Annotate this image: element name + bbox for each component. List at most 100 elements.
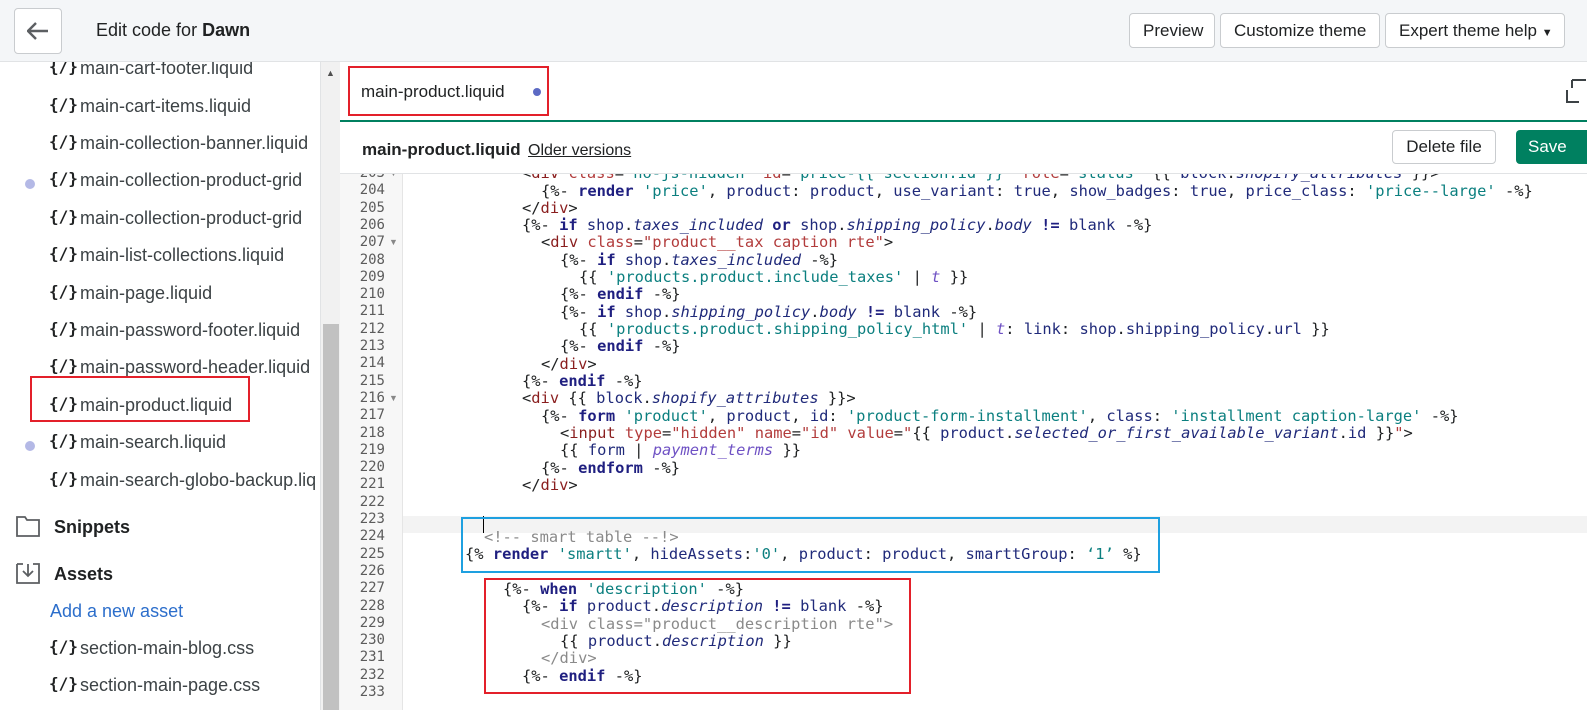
liquid-file-icon: {/} <box>49 244 78 263</box>
file-name-label: main-search-globo-backup.liq <box>80 470 317 490</box>
smart-table-highlight <box>461 517 1160 573</box>
file-name-label: main-collection-banner.liquid <box>80 133 309 153</box>
file-name-label: main-collection-product-grid <box>80 208 303 228</box>
line-number: 203 <box>340 174 385 182</box>
sidebar-scrollbar[interactable]: ▲ <box>320 62 340 710</box>
code-line: {{ form | payment_terms }} <box>560 441 801 459</box>
liquid-file-icon: {/} <box>49 95 78 114</box>
line-number: 224 <box>359 528 385 545</box>
file-name-label: main-cart-footer.liquid <box>80 62 254 78</box>
code-line: {%- endform -%} <box>541 459 681 477</box>
caret-down-icon: ▼ <box>1541 27 1553 39</box>
line-number: 218 <box>359 424 385 441</box>
code-line: {%- if shop.shipping_policy.body != blan… <box>560 303 978 321</box>
fold-arrow-icon[interactable]: ▼ <box>389 174 398 182</box>
code-line: {{ 'products.product.include_taxes' | t … <box>579 268 969 286</box>
file-item[interactable]: {/} main-cart-items.liquid <box>0 95 320 131</box>
asset-file-label: section-main-page.css <box>80 675 261 695</box>
expert-help-label: Expert theme help <box>1399 21 1537 40</box>
scroll-up-arrow-icon[interactable]: ▲ <box>326 68 335 78</box>
code-line: {{ 'products.product.shipping_policy_htm… <box>579 320 1330 338</box>
older-versions-link[interactable]: Older versions <box>528 142 631 160</box>
code-line: {%- endif -%} <box>522 372 643 390</box>
line-gutter: 203▼204205206207▼20820921021121221321421… <box>340 174 403 710</box>
line-number: 207 <box>359 234 385 251</box>
code-line: {%- if shop.taxes_included or shop.shipp… <box>522 216 1153 234</box>
description-block-highlight <box>484 578 911 694</box>
assets-label: Assets <box>54 564 114 584</box>
expand-icon[interactable] <box>1565 78 1587 104</box>
code-line: <input type="hidden" name="id" value="{{… <box>560 424 1413 442</box>
line-number: 214 <box>359 355 385 372</box>
line-number: 221 <box>359 476 385 493</box>
line-number: 231 <box>359 649 385 666</box>
code-line: {%- if shop.taxes_included -%} <box>560 251 839 269</box>
file-sidebar: {/} main-cart-footer.liquid {/} main-cart-i… <box>0 62 340 710</box>
delete-file-button[interactable]: Delete file <box>1392 130 1496 164</box>
line-number: 223 <box>359 511 385 527</box>
title-prefix: Edit code for <box>96 20 198 40</box>
page-title: Edit code for Dawn <box>96 20 250 41</box>
code-line: </div> <box>522 476 578 494</box>
line-number: 233 <box>359 684 385 700</box>
line-number: 222 <box>359 493 385 510</box>
line-number: 211 <box>359 303 385 320</box>
fold-arrow-icon[interactable]: ▼ <box>389 390 398 407</box>
line-number: 230 <box>359 632 385 649</box>
line-number: 219 <box>359 441 385 458</box>
file-name-label: main-password-footer.liquid <box>80 320 301 340</box>
file-name-label: main-page.liquid <box>80 283 213 303</box>
line-number: 229 <box>359 614 385 631</box>
line-number: 228 <box>359 597 385 614</box>
theme-name: Dawn <box>202 20 251 40</box>
css-file-icon: {/} <box>49 674 78 693</box>
file-item[interactable]: {/} main-collection-banner.liquid <box>0 132 320 168</box>
modified-dot-icon <box>25 441 35 451</box>
line-number: 227 <box>359 580 385 597</box>
line-number: 226 <box>359 562 385 579</box>
scrollbar-thumb[interactable] <box>323 324 339 710</box>
customize-theme-button[interactable]: Customize theme <box>1220 13 1380 48</box>
file-item[interactable]: {/} main-list-collections.liquid <box>0 244 320 280</box>
tab-highlight <box>348 66 549 116</box>
code-editor: main-product.liquid main-product.liquid … <box>340 62 1587 710</box>
file-item[interactable]: {/} main-collection-product-grid <box>0 207 320 243</box>
back-button[interactable] <box>14 8 62 54</box>
fold-arrow-icon[interactable]: ▼ <box>389 234 398 251</box>
preview-button[interactable]: Preview <box>1129 13 1215 48</box>
code-line: </div> <box>522 199 578 217</box>
code-line: </div> <box>541 355 597 373</box>
code-line: {%- endif -%} <box>560 337 681 355</box>
liquid-file-icon: {/} <box>49 132 78 151</box>
line-number: 209 <box>359 268 385 285</box>
file-item[interactable]: {/} main-page.liquid <box>0 282 320 318</box>
line-number: 206 <box>359 216 385 233</box>
top-bar: Edit code for Dawn Preview Customize the… <box>0 0 1587 62</box>
folder-icon <box>16 516 40 537</box>
liquid-file-icon: {/} <box>49 431 78 450</box>
asset-file-label: section-main-blog.css <box>80 638 255 658</box>
liquid-file-icon: {/} <box>49 282 78 301</box>
file-name: main-product.liquid <box>362 140 521 159</box>
expert-theme-help-button[interactable]: Expert theme help ▼ <box>1385 13 1565 48</box>
file-item[interactable]: {/} main-cart-footer.liquid <box>0 62 320 93</box>
liquid-file-icon: {/} <box>49 62 78 76</box>
code-area[interactable]: 203▼204205206207▼20820921021121221321421… <box>340 174 1587 710</box>
add-new-asset-link[interactable]: Add a new asset <box>50 601 183 622</box>
asset-file-item[interactable]: {/} section-main-page.css <box>0 674 320 710</box>
liquid-file-icon: {/} <box>49 469 78 488</box>
code-line: {%- form 'product', product, id: 'produc… <box>541 407 1459 425</box>
download-folder-icon <box>16 563 40 584</box>
file-item[interactable]: {/} main-password-footer.liquid <box>0 319 320 355</box>
save-button[interactable]: Save <box>1516 130 1587 164</box>
file-name-label: main-password-header.liquid <box>80 357 311 377</box>
file-name-label: main-cart-items.liquid <box>80 96 252 116</box>
code-line: {%- render 'price', product: product, us… <box>541 182 1533 200</box>
asset-file-item[interactable]: {/} section-main-blog.css <box>0 637 320 673</box>
file-item[interactable]: {/} main-collection-product-grid <box>0 169 320 205</box>
file-item[interactable]: {/} main-search.liquid <box>0 431 320 467</box>
selected-file-highlight <box>30 376 250 422</box>
file-item[interactable]: {/} main-search-globo-backup.liq <box>0 469 320 505</box>
file-name-label: main-list-collections.liquid <box>80 245 285 265</box>
code-line: <div {{ block.shopify_attributes }}> <box>522 389 856 407</box>
